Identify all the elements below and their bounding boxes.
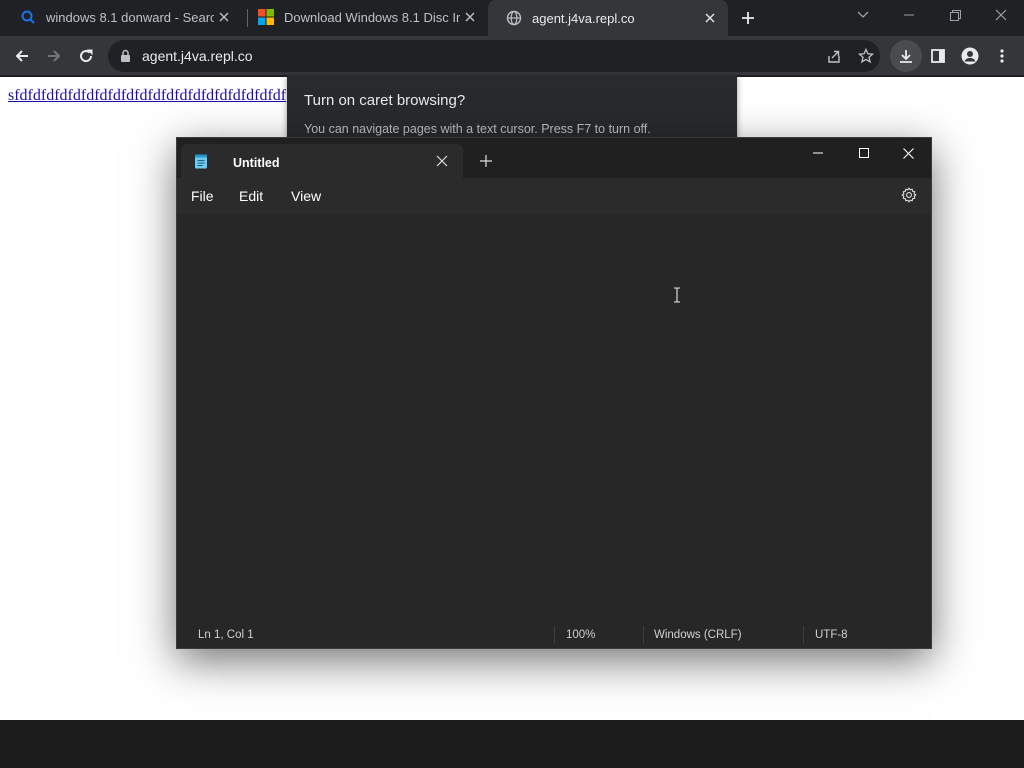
url-text: agent.j4va.repl.co — [142, 48, 253, 64]
bottom-black-area — [0, 720, 1024, 768]
plus-icon — [742, 12, 754, 24]
profile-button[interactable] — [954, 40, 986, 72]
menu-file[interactable]: File — [191, 188, 214, 204]
line-ending: Windows (CRLF) — [654, 629, 742, 641]
new-tab-button[interactable] — [736, 6, 760, 30]
notepad-minimize-button[interactable] — [795, 138, 841, 168]
reload-icon — [80, 49, 93, 63]
close-icon[interactable] — [435, 154, 449, 168]
lock-icon[interactable] — [120, 49, 131, 63]
tab-title: windows 8.1 donward - Search — [46, 9, 214, 25]
browser-tab-agent[interactable]: agent.j4va.repl.co — [488, 0, 728, 36]
menu-edit[interactable]: Edit — [239, 188, 263, 204]
side-panel-button[interactable] — [922, 40, 954, 72]
tab-title: Download Windows 8.1 Disc Ima — [284, 9, 460, 25]
arrow-left-icon — [15, 50, 28, 62]
maximize-icon — [859, 148, 869, 158]
menu-button[interactable] — [986, 40, 1018, 72]
tab-title: agent.j4va.repl.co — [532, 10, 635, 26]
status-divider — [554, 626, 555, 644]
close-icon — [902, 147, 914, 159]
close-window-button[interactable] — [978, 0, 1024, 30]
side-panel-icon — [931, 49, 945, 63]
menu-view[interactable]: View — [291, 188, 321, 204]
back-button[interactable] — [6, 40, 38, 72]
notepad-tab[interactable]: Untitled — [181, 144, 463, 178]
encoding: UTF-8 — [815, 629, 848, 641]
notepad-maximize-button[interactable] — [841, 138, 887, 168]
kebab-menu-icon — [1000, 49, 1004, 63]
chevron-down-icon — [857, 11, 869, 18]
share-icon[interactable] — [826, 48, 842, 64]
plus-icon[interactable] — [479, 154, 493, 168]
browser-toolbar: agent.j4va.repl.co — [0, 36, 1024, 76]
browser-tab-strip: windows 8.1 donward - Search Download Wi… — [0, 0, 1024, 36]
notepad-window: Untitled File Edit View Ln 1, Col 1 100% — [176, 137, 932, 649]
close-icon[interactable] — [700, 8, 720, 28]
close-icon[interactable] — [460, 7, 480, 27]
text-cursor-icon — [674, 287, 680, 303]
browser-tab-download[interactable]: Download Windows 8.1 Disc Ima — [240, 0, 488, 34]
forward-button[interactable] — [38, 40, 70, 72]
caret-browsing-dialog: Turn on caret browsing? You can navigate… — [287, 75, 737, 145]
avatar-icon — [961, 47, 979, 65]
star-icon[interactable] — [858, 48, 874, 64]
notepad-statusbar: Ln 1, Col 1 100% Windows (CRLF) UTF-8 — [177, 622, 931, 648]
microsoft-favicon — [258, 9, 274, 25]
status-divider — [803, 626, 804, 644]
page-link[interactable]: sfdfdfdfdfdfdfdfdfdfdfdfdfdfdfdfdfdfdfdf… — [8, 87, 288, 105]
close-icon[interactable] — [214, 7, 234, 27]
arrow-right-icon — [48, 50, 61, 62]
dialog-title: Turn on caret browsing? — [304, 92, 466, 109]
notepad-tab-title: Untitled — [233, 156, 280, 170]
text-editor-area[interactable] — [177, 214, 931, 618]
notepad-menubar: File Edit View — [177, 178, 931, 214]
minimize-icon — [813, 152, 823, 154]
status-divider — [643, 626, 644, 644]
download-icon — [900, 50, 912, 63]
restore-button[interactable] — [932, 0, 978, 30]
globe-favicon — [506, 10, 522, 26]
dialog-body: You can navigate pages with a text curso… — [304, 122, 651, 136]
address-bar[interactable]: agent.j4va.repl.co — [108, 40, 880, 72]
close-icon — [995, 9, 1007, 21]
reload-button[interactable] — [70, 40, 102, 72]
minimize-icon — [904, 14, 914, 16]
gear-icon[interactable] — [901, 187, 917, 203]
browser-tab-search[interactable]: windows 8.1 donward - Search — [2, 0, 242, 34]
minimize-button[interactable] — [886, 0, 932, 30]
notepad-icon — [195, 154, 207, 169]
restore-icon — [949, 9, 961, 21]
search-favicon — [21, 10, 35, 24]
cursor-position: Ln 1, Col 1 — [198, 629, 254, 641]
zoom-level: 100% — [566, 629, 596, 641]
notepad-titlebar[interactable]: Untitled — [177, 138, 931, 178]
downloads-button[interactable] — [890, 40, 922, 72]
notepad-close-button[interactable] — [885, 138, 931, 168]
tab-search-button[interactable] — [840, 0, 886, 30]
